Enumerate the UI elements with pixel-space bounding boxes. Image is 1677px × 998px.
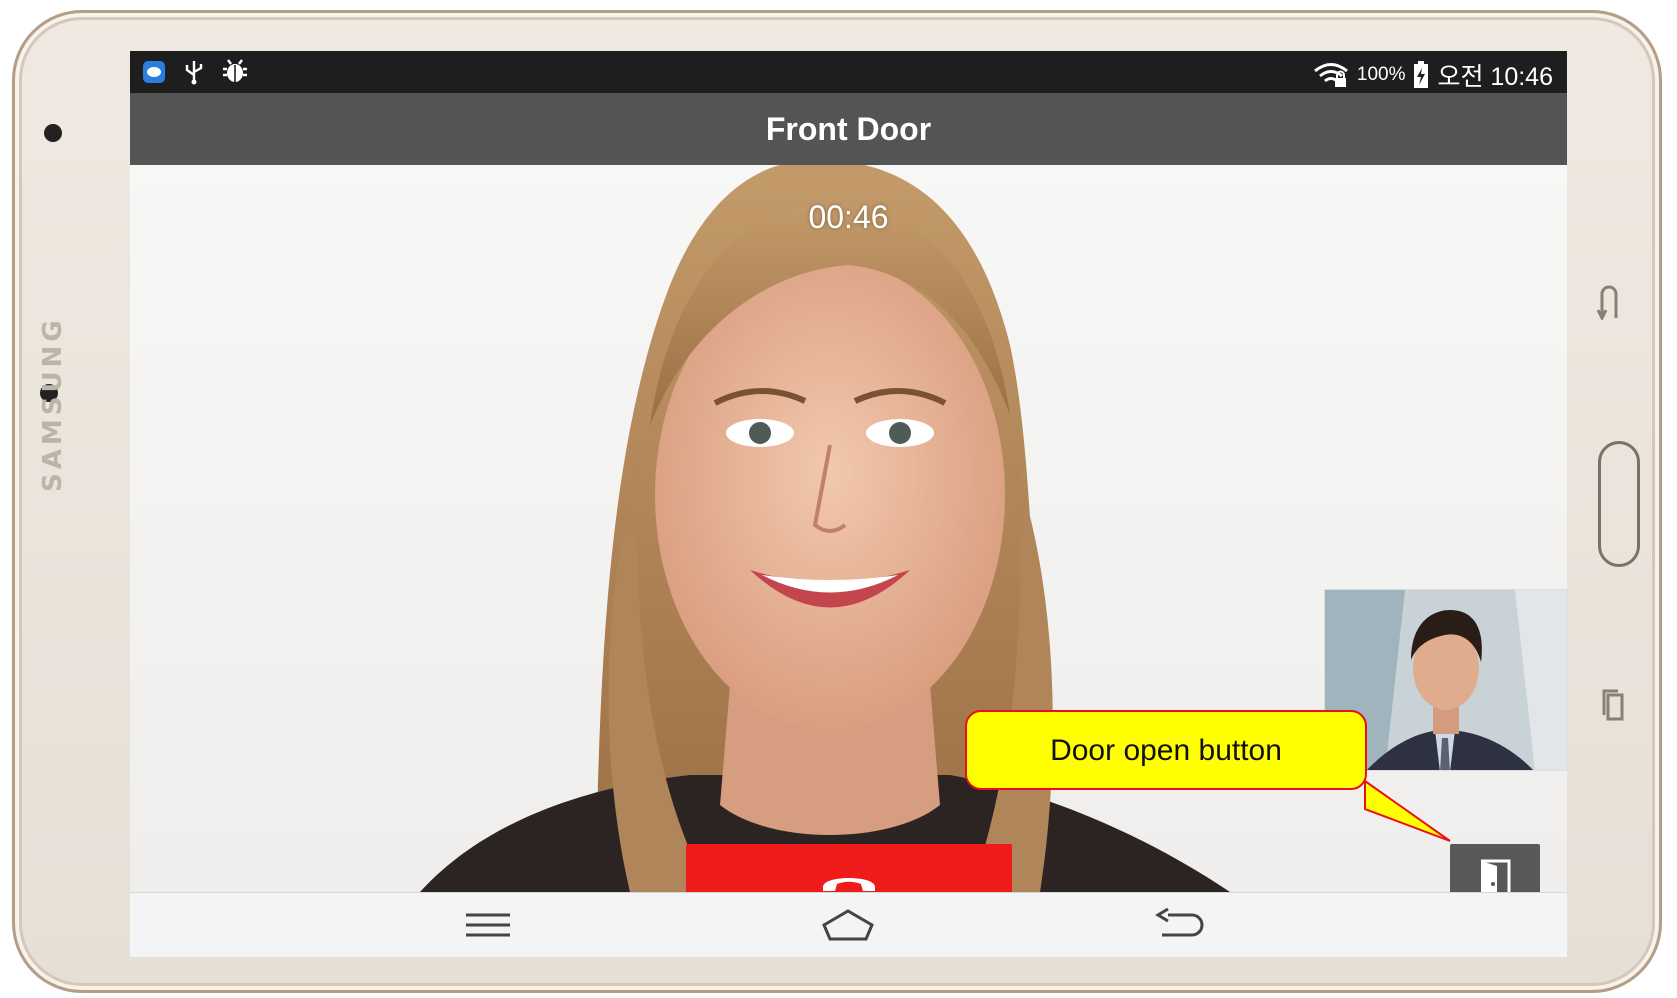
navigation-bar — [130, 892, 1567, 957]
status-left-icons — [142, 59, 248, 85]
front-camera-icon — [44, 124, 62, 142]
hardware-home-button[interactable] — [1598, 441, 1640, 567]
usb-icon — [185, 61, 203, 85]
door-open-callout: Door open button — [965, 710, 1367, 790]
android-debug-icon — [223, 59, 247, 82]
battery-charging-icon — [1414, 61, 1429, 88]
wifi-locked-icon — [1313, 63, 1348, 87]
device-brand: SAMSUNG — [38, 316, 68, 492]
menu-icon[interactable] — [460, 907, 516, 943]
callout-text: Door open button — [1050, 734, 1282, 767]
page-title: Front Door — [765, 111, 932, 147]
battery-percent: 100% — [1356, 64, 1406, 85]
home-icon[interactable] — [820, 907, 876, 943]
call-timer: 00:46 — [808, 199, 889, 235]
back-icon[interactable] — [1152, 907, 1208, 943]
tablet-screen: 100% 오전 10:46 Front Door 00:46 Door open… — [130, 51, 1567, 957]
status-clock: 오전 10:46 — [1437, 63, 1553, 91]
hardware-recent-apps-icon[interactable] — [1600, 687, 1626, 723]
status-bar: 100% 오전 10:46 — [130, 51, 1567, 93]
callout-pointer — [1364, 779, 1451, 842]
app-notification-icon — [143, 61, 165, 83]
app-title-bar: Front Door — [130, 93, 1567, 165]
status-right: 100% 오전 10:46 — [1313, 57, 1553, 93]
hardware-back-icon[interactable] — [1596, 284, 1622, 320]
